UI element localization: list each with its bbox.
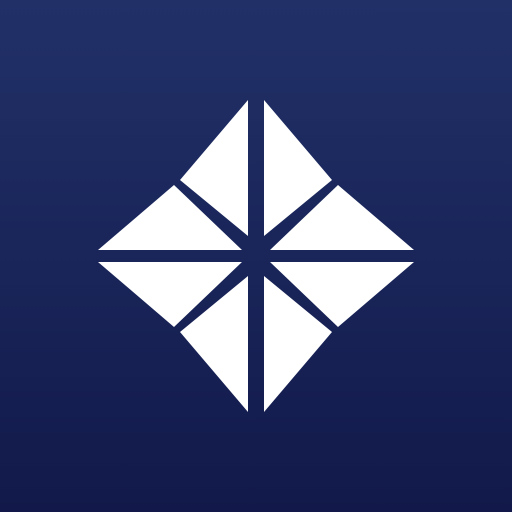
diamond-compass-logo-icon (98, 100, 414, 412)
app-icon[interactable] (0, 0, 512, 512)
